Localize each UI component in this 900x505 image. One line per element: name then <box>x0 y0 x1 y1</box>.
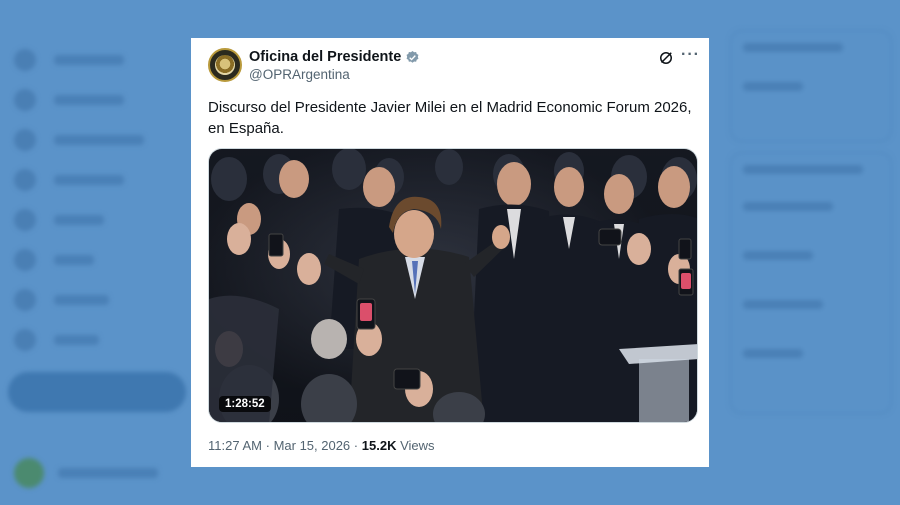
seal-logo <box>215 55 235 75</box>
tweet-time[interactable]: 11:27 AM <box>208 438 262 453</box>
background-nav <box>14 40 184 360</box>
background-post-button <box>8 372 186 412</box>
video-player[interactable]: 1:28:52 <box>208 148 698 423</box>
meta-separator: · <box>353 438 359 453</box>
more-icon[interactable]: ··· <box>681 46 700 64</box>
tweet-date[interactable]: Mar 15, 2026 <box>274 438 351 453</box>
background-nav-item <box>14 80 184 120</box>
video-frame <box>209 149 697 422</box>
views-label: Views <box>400 438 435 453</box>
background-nav-item <box>14 240 184 280</box>
tweet-card[interactable]: Oficina del Presidente @OPRArgentina ···… <box>191 38 709 467</box>
tweet-text: Discurso del Presidente Javier Milei en … <box>208 99 692 137</box>
background-nav-item <box>14 40 184 80</box>
background-right-column <box>722 0 900 505</box>
background-nav-item <box>14 160 184 200</box>
views-count: 15.2K <box>361 438 397 453</box>
meta-separator: · <box>265 438 270 453</box>
grok-icon[interactable] <box>657 49 675 67</box>
display-name[interactable]: Oficina del Presidente <box>249 49 420 65</box>
background-nav-item <box>14 280 184 320</box>
background-nav-item <box>14 320 184 360</box>
tweet-meta: 11:27 AM · Mar 15, 2026 · 15.2K Views <box>208 438 435 453</box>
background-account <box>14 458 184 488</box>
video-duration: 1:28:52 <box>219 396 271 412</box>
avatar[interactable] <box>208 48 242 82</box>
verified-badge-icon <box>406 50 419 63</box>
background-topbar <box>200 10 700 34</box>
background-nav-item <box>14 120 184 160</box>
background-nav-item <box>14 200 184 240</box>
handle[interactable]: @OPRArgentina <box>249 67 350 82</box>
display-name-text[interactable]: Oficina del Presidente <box>249 49 401 65</box>
